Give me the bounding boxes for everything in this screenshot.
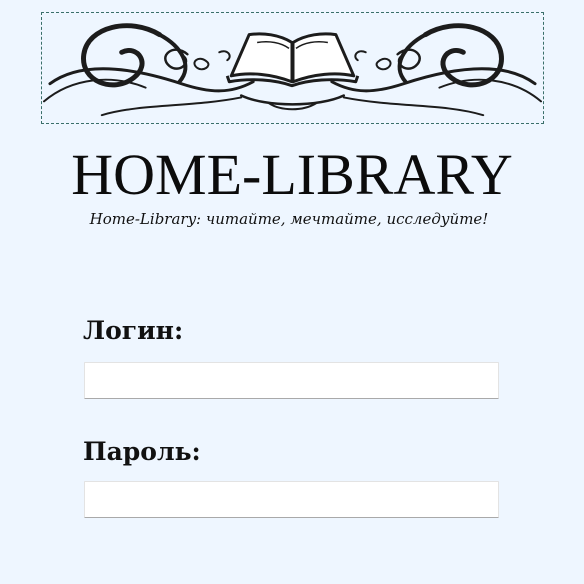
login-input[interactable] xyxy=(84,362,499,399)
site-title: HOME-LIBRARY xyxy=(71,142,513,207)
site-tagline: Home-Library: читайте, мечтайте, исследу… xyxy=(89,210,489,228)
open-book-ornament-icon xyxy=(42,23,543,117)
login-label: Логин: xyxy=(83,316,184,345)
password-input[interactable] xyxy=(84,481,499,518)
password-label: Пароль: xyxy=(83,437,201,466)
header-banner xyxy=(41,12,544,124)
